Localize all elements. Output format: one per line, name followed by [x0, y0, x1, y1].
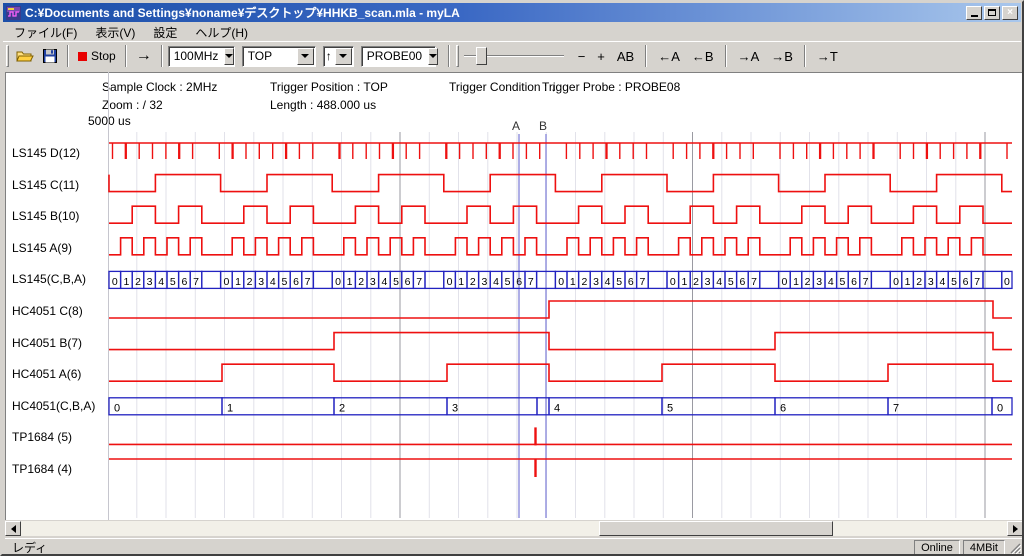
close-button[interactable]: × [1002, 6, 1018, 20]
combo-dropdown-button[interactable] [335, 48, 352, 65]
toolbar-separator [725, 45, 727, 67]
waveform-panel [5, 72, 1023, 520]
trigger-probe-info: Trigger Probe : PROBE08 [542, 80, 680, 94]
maximize-button[interactable] [984, 6, 1000, 20]
channel-label[interactable]: LS145 D(12) [12, 146, 80, 160]
menu-item[interactable]: ヘルプ(H) [186, 22, 257, 43]
open-folder-icon [16, 49, 34, 63]
trigger-position-info: Trigger Position : TOP [270, 80, 388, 94]
zoom-slider-handle[interactable] [476, 47, 487, 65]
channel-label[interactable]: HC4051 B(7) [12, 336, 82, 350]
scrollbar-thumb[interactable] [599, 521, 833, 536]
menu-bar: ファイル(F)表示(V)設定ヘルプ(H) [3, 23, 1021, 41]
sample-clock-value: 100MHz [169, 49, 224, 63]
length-info: Length : 488.000 us [270, 98, 376, 112]
channel-label[interactable]: TP1684 (4) [12, 462, 72, 476]
status-message: レディ [7, 539, 911, 556]
toolbar-separator [645, 45, 647, 67]
trigger-edge-combobox[interactable]: ↑ [323, 46, 354, 67]
zoom-out-button[interactable]: − [572, 44, 592, 68]
move-a-left-button[interactable]: ←A [652, 44, 686, 68]
chevron-down-icon [301, 54, 309, 58]
combo-dropdown-button[interactable] [428, 48, 438, 65]
move-b-right-button[interactable]: →B [765, 44, 799, 68]
toolbar-separator [448, 45, 450, 67]
time-scale-label: 5000 us [88, 114, 131, 128]
resize-grip[interactable] [1008, 541, 1021, 554]
toolbar: Stop → 100MHz TOP ↑ PROBE00 − + AB [3, 41, 1021, 70]
channel-label[interactable]: HC4051 C(8) [12, 304, 83, 318]
channel-label[interactable]: LS145 B(10) [12, 209, 79, 223]
trigger-probe-value: PROBE00 [362, 49, 427, 63]
maximize-icon [988, 9, 996, 16]
channel-label[interactable]: LS145 A(9) [12, 241, 72, 255]
toolbar-separator [67, 45, 69, 67]
scroll-left-button[interactable] [5, 521, 21, 536]
arrow-right-icon [1013, 525, 1018, 533]
online-status-badge: Online [914, 540, 960, 555]
channel-label[interactable]: LS145(C,B,A) [12, 272, 86, 286]
app-icon [6, 6, 21, 20]
goto-trigger-button[interactable]: →T [811, 44, 844, 68]
toolbar-separator [125, 45, 127, 67]
memory-status-badge: 4MBit [963, 540, 1005, 555]
zoom-info: Zoom : / 32 [102, 98, 163, 112]
chevron-down-icon [225, 54, 233, 58]
open-file-button[interactable] [12, 44, 38, 68]
cursor-b-label[interactable]: B [539, 119, 547, 133]
stop-label: Stop [91, 49, 116, 63]
goto-ab-button[interactable]: AB [611, 44, 640, 68]
zoom-in-button[interactable]: + [591, 44, 611, 68]
title-bar[interactable]: C:¥Documents and Settings¥noname¥デスクトップ¥… [3, 3, 1021, 22]
move-a-right-button[interactable]: →A [732, 44, 766, 68]
combo-dropdown-button[interactable] [297, 48, 314, 65]
toolbar-separator [804, 45, 806, 67]
chevron-down-icon [429, 54, 437, 58]
label-column-divider [108, 72, 109, 520]
app-window: C:¥Documents and Settings¥noname¥デスクトップ¥… [0, 0, 1024, 556]
cursor-a-label[interactable]: A [512, 119, 520, 133]
arrow-left-icon [11, 525, 16, 533]
status-bar: レディ Online 4MBit [5, 538, 1023, 556]
sample-clock-combobox[interactable]: 100MHz [168, 46, 235, 67]
menu-item[interactable]: 表示(V) [86, 22, 144, 43]
combo-dropdown-button[interactable] [224, 48, 234, 65]
menu-item[interactable]: ファイル(F) [5, 22, 86, 43]
toolbar-grip[interactable] [456, 45, 459, 67]
channel-label[interactable]: LS145 C(11) [12, 178, 79, 192]
floppy-disk-icon [43, 49, 57, 63]
minimize-button[interactable] [966, 6, 982, 20]
horizontal-scrollbar[interactable] [5, 521, 1023, 536]
trigger-position-combobox[interactable]: TOP [242, 46, 316, 67]
trigger-edge-value: ↑ [324, 49, 334, 63]
trigger-condition-info: Trigger Condition : ↓ [449, 80, 557, 94]
close-icon: × [1007, 8, 1013, 18]
menu-item[interactable]: 設定 [144, 22, 186, 43]
scroll-right-button[interactable] [1007, 521, 1023, 536]
toolbar-separator [161, 45, 163, 67]
save-button[interactable] [38, 44, 62, 68]
move-b-left-button[interactable]: ←B [686, 44, 720, 68]
channel-label[interactable]: HC4051(C,B,A) [12, 399, 95, 413]
channel-label[interactable]: TP1684 (5) [12, 430, 72, 444]
zoom-slider[interactable] [464, 45, 564, 67]
window-title: C:¥Documents and Settings¥noname¥デスクトップ¥… [25, 4, 960, 21]
stop-icon [78, 52, 87, 61]
trigger-position-value: TOP [243, 49, 296, 63]
chevron-down-icon [339, 54, 347, 58]
stop-button[interactable]: Stop [74, 44, 120, 68]
sample-clock-info: Sample Clock : 2MHz [102, 80, 217, 94]
toolbar-grip[interactable] [6, 45, 9, 67]
channel-label[interactable]: HC4051 A(6) [12, 367, 81, 381]
trigger-probe-combobox[interactable]: PROBE00 [361, 46, 436, 67]
single-run-button[interactable]: → [132, 44, 156, 68]
minimize-icon [971, 15, 978, 17]
